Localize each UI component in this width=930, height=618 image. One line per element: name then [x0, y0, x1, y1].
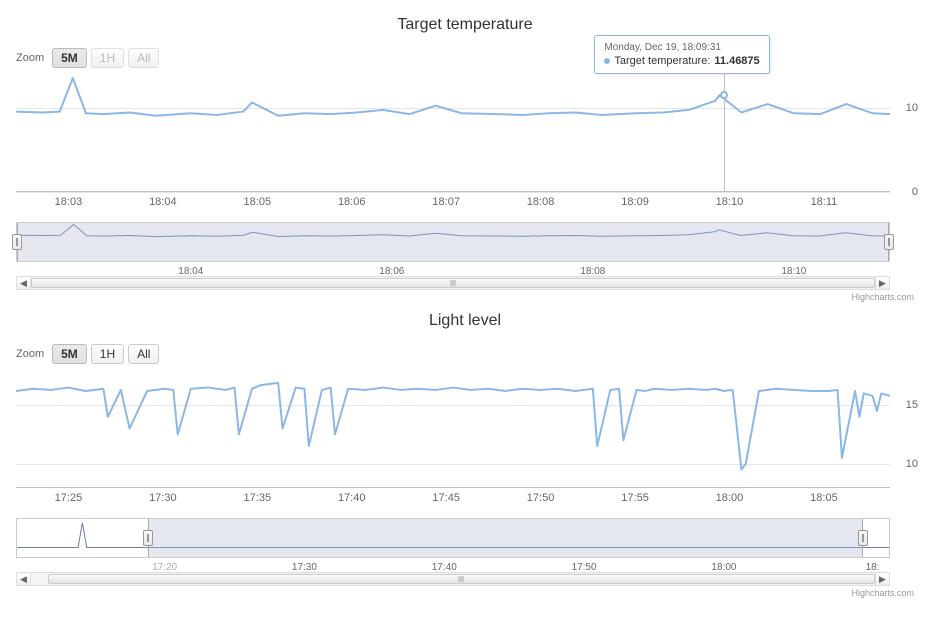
- hover-marker: [720, 91, 728, 99]
- x-tick: 18:10: [716, 196, 744, 208]
- x-tick: 18:05: [810, 492, 838, 504]
- scrollbar-right-button[interactable]: ▶: [875, 573, 889, 585]
- chart-credit[interactable]: Highcharts.com: [10, 292, 914, 302]
- zoom-toolbar: Zoom 5M1HAll: [16, 48, 920, 68]
- plot-area[interactable]: 010 Monday, Dec 19, 18:09:31 Target temp…: [16, 74, 890, 192]
- scrollbar-right-button[interactable]: ▶: [875, 277, 889, 289]
- scrollbar-thumb[interactable]: [31, 278, 875, 288]
- zoom-label: Zoom: [16, 52, 44, 64]
- navigator-range[interactable]: [17, 223, 889, 261]
- scrollbar-track[interactable]: [31, 573, 875, 585]
- scrollbar-track[interactable]: [31, 277, 875, 289]
- chart-tooltip: Monday, Dec 19, 18:09:31 Target temperat…: [594, 35, 769, 74]
- navigator-handle-right[interactable]: [884, 234, 894, 250]
- zoom-button-1h: 1H: [91, 48, 124, 68]
- navigator[interactable]: 17:2017:3017:4017:5018:0018:: [16, 518, 890, 568]
- scrollbar-left-button[interactable]: ◀: [17, 277, 31, 289]
- zoom-label: Zoom: [16, 348, 44, 360]
- tooltip-header: Monday, Dec 19, 18:09:31: [604, 42, 759, 53]
- x-tick: 18:05: [244, 196, 272, 208]
- scrollbar[interactable]: ◀ ▶: [16, 276, 890, 290]
- scrollbar-thumb[interactable]: [48, 574, 875, 584]
- navigator-handle-left[interactable]: [12, 234, 22, 250]
- zoom-button-all[interactable]: All: [128, 344, 159, 364]
- tooltip-value: 11.46875: [714, 55, 759, 67]
- zoom-button-5m[interactable]: 5M: [52, 48, 87, 68]
- x-tick: 17:25: [55, 492, 83, 504]
- zoom-button-all: All: [128, 48, 159, 68]
- x-tick: 18:08: [527, 196, 555, 208]
- chart-title: Light level: [10, 312, 920, 330]
- x-tick: 18:00: [716, 492, 744, 504]
- x-tick: 17:50: [527, 492, 555, 504]
- y-tick: 15: [906, 399, 918, 411]
- x-tick: 17:40: [338, 492, 366, 504]
- x-tick: 17:30: [149, 492, 177, 504]
- series-svg: [16, 370, 890, 487]
- chart-credit[interactable]: Highcharts.com: [10, 588, 914, 598]
- navigator[interactable]: 18:0418:0618:0818:10: [16, 222, 890, 272]
- tooltip-series-label: Target temperature:: [614, 55, 710, 67]
- zoom-button-1h[interactable]: 1H: [91, 344, 124, 364]
- x-tick: 18:07: [432, 196, 460, 208]
- x-axis: 17:25 17:30 17:35 17:40 17:45 17:50 17:55 18:00…: [16, 488, 890, 506]
- x-tick: 17:55: [621, 492, 649, 504]
- y-tick: 10: [906, 102, 918, 114]
- scrollbar[interactable]: ◀ ▶: [16, 572, 890, 586]
- chart-0: Target temperature Zoom 5M1HAll 010 Mond…: [10, 16, 920, 302]
- x-tick: 17:45: [432, 492, 460, 504]
- navigator-range[interactable]: [148, 519, 863, 557]
- x-tick: 18:06: [338, 196, 366, 208]
- x-tick: 18:09: [621, 196, 649, 208]
- navigator-handle-left[interactable]: [143, 530, 153, 546]
- zoom-button-5m[interactable]: 5M: [52, 344, 87, 364]
- y-tick: 10: [906, 458, 918, 470]
- y-tick: 0: [912, 186, 918, 198]
- x-tick: 18:04: [149, 196, 177, 208]
- x-tick: 18:03: [55, 196, 83, 208]
- plot-area[interactable]: 1015: [16, 370, 890, 488]
- x-tick: 17:35: [244, 492, 272, 504]
- series-dot-icon: [604, 58, 610, 64]
- chart-title: Target temperature: [10, 16, 920, 34]
- scrollbar-left-button[interactable]: ◀: [17, 573, 31, 585]
- x-tick: 18:11: [811, 196, 838, 208]
- navigator-handle-right[interactable]: [858, 530, 868, 546]
- series-svg: [16, 74, 890, 191]
- x-axis: 18:03 18:04 18:05 18:06 18:07 18:08 18:09 18:10…: [16, 192, 890, 210]
- zoom-toolbar: Zoom 5M1HAll: [16, 344, 920, 364]
- chart-1: Light level Zoom 5M1HAll 1015 17:2517:30…: [10, 312, 920, 598]
